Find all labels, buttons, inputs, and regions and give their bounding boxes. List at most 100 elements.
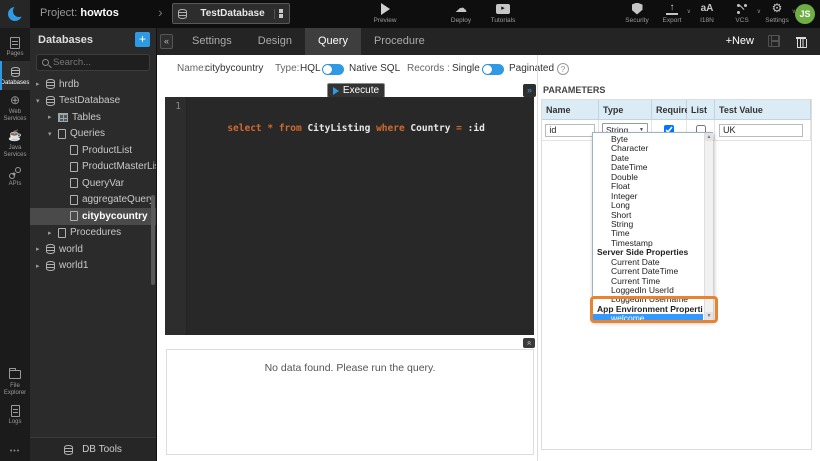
topbar-action[interactable]: Preview ∨ <box>372 2 398 24</box>
topbar-action[interactable]: ☁ Deploy ∨ <box>448 2 474 24</box>
topbar-action[interactable]: Security ∨ <box>624 2 650 24</box>
dropdown-option[interactable]: Double <box>593 173 703 182</box>
tree-item[interactable]: ▸ hrdb <box>30 76 156 93</box>
dropdown-option[interactable]: Float <box>593 182 703 191</box>
topbar: Project: howtos › TestDatabase Preview ∨… <box>0 0 820 28</box>
column-header: Name <box>542 100 599 120</box>
dropdown-option[interactable]: LoggedIn UserId <box>593 286 703 295</box>
param-testvalue-input[interactable] <box>719 124 803 137</box>
rail-item[interactable]: ⊕ Web Services <box>0 90 30 126</box>
save-icon[interactable] <box>768 35 780 47</box>
tab[interactable]: Query <box>305 28 361 55</box>
topbar-action[interactable]: aA I18N ∨ <box>694 2 720 24</box>
expand-arrow-icon[interactable]: ▸ <box>36 262 46 270</box>
context-tab-testdatabase[interactable]: TestDatabase <box>172 3 290 24</box>
execute-button[interactable]: Execute <box>327 83 385 98</box>
topbar-action[interactable]: VCS ∨ <box>729 2 755 24</box>
tree-item[interactable]: ProductList <box>30 142 156 159</box>
dropdown-option[interactable]: Current Time <box>593 277 703 286</box>
rail-item[interactable]: Pages <box>0 32 30 61</box>
scroll-up-icon[interactable]: ▲ <box>705 133 713 141</box>
add-database-button[interactable]: + <box>135 32 150 47</box>
topbar-action[interactable]: ▸ Tutorials ∨ <box>490 2 516 24</box>
rail-item[interactable]: APIs <box>0 162 30 191</box>
tab[interactable]: Settings <box>179 28 245 55</box>
dropdown-option[interactable]: Current DateTime <box>593 267 703 276</box>
more-options-icon[interactable]: ••• <box>0 448 30 455</box>
expand-arrow-icon[interactable]: ▾ <box>48 130 58 138</box>
param-name-input[interactable] <box>545 124 594 137</box>
file-icon <box>58 129 66 139</box>
project-breadcrumb: Project: howtos <box>40 7 119 19</box>
type-toggle[interactable] <box>322 64 344 75</box>
type-option-nativesql[interactable]: Native SQL <box>349 62 400 76</box>
tree-item[interactable]: ▸ Procedures <box>30 225 156 242</box>
expand-arrow-icon[interactable]: ▸ <box>36 80 46 88</box>
dropdown-option[interactable]: Current Date <box>593 258 703 267</box>
dropdown-option[interactable]: Long <box>593 201 703 210</box>
table-icon <box>58 113 68 122</box>
user-avatar[interactable]: JS <box>795 4 815 24</box>
dropdown-option[interactable]: LoggedIn Username <box>593 295 703 304</box>
dropdown-option[interactable]: Integer <box>593 192 703 201</box>
topbar-action[interactable]: ↑ Export ∨ <box>659 2 685 24</box>
scroll-down-icon[interactable]: ▼ <box>705 312 713 320</box>
expand-arrow-icon[interactable]: ▸ <box>36 245 46 253</box>
expand-parameters-icon[interactable]: » <box>523 84 536 97</box>
dropdown-scrollbar[interactable]: ▲ ▼ <box>704 133 713 320</box>
grid-menu-icon[interactable] <box>274 9 284 19</box>
topbar-action[interactable]: ⚙ Settings ∨ <box>764 2 790 24</box>
tree-item[interactable]: QueryVar <box>30 175 156 192</box>
app-logo[interactable] <box>0 0 30 28</box>
code-token: from <box>279 123 308 134</box>
records-option-single[interactable]: Single <box>452 62 480 76</box>
dropdown-option: App Environment Properties <box>593 305 703 314</box>
dropdown-option[interactable]: DateTime <box>593 163 703 172</box>
records-option-paginated[interactable]: Paginated <box>509 62 554 76</box>
code-token: select <box>227 123 267 134</box>
database-icon <box>46 79 55 89</box>
help-icon[interactable]: ? <box>557 63 569 75</box>
sql-editor[interactable]: 1 select * from CityListing where Countr… <box>165 97 534 335</box>
tree-item[interactable]: ▸ Tables <box>30 109 156 126</box>
type-dropdown-list: Byte Character Date DateTime Double Floa… <box>592 132 713 321</box>
rail-item[interactable]: File Explorer <box>0 364 30 400</box>
dropdown-option[interactable]: Date <box>593 154 703 163</box>
rail-item[interactable]: Logs <box>0 400 30 429</box>
panel-title: Databases <box>38 34 93 46</box>
tree-scrollbar[interactable] <box>151 195 155 285</box>
dropdown-option[interactable]: welcome <box>593 314 703 321</box>
collapse-panel-icon[interactable]: « <box>160 34 173 49</box>
chevron-down-icon: ∨ <box>757 8 761 15</box>
expand-arrow-icon[interactable]: ▸ <box>48 113 58 121</box>
tree-item[interactable]: ProductMasterList <box>30 159 156 176</box>
dropdown-option[interactable]: Character <box>593 144 703 153</box>
tree-item[interactable]: citybycountry <box>30 208 156 225</box>
type-option-hql[interactable]: HQL <box>300 62 321 76</box>
expand-arrow-icon[interactable]: ▸ <box>48 229 58 237</box>
tab[interactable]: Design <box>245 28 305 55</box>
tree-item[interactable]: ▸ world1 <box>30 258 156 275</box>
database-icon <box>46 96 55 106</box>
rail-item[interactable]: ☕ Java Services <box>0 126 30 162</box>
tree-item[interactable]: aggregateQuery <box>30 192 156 209</box>
dropdown-option[interactable]: Timestamp <box>593 239 703 248</box>
db-tools-button[interactable]: DB Tools <box>30 437 156 461</box>
file-icon <box>70 211 78 221</box>
collapse-results-icon[interactable]: « <box>523 338 535 348</box>
tree-item[interactable]: ▸ world <box>30 241 156 258</box>
dropdown-option[interactable]: Byte <box>593 135 703 144</box>
records-toggle[interactable] <box>482 64 504 75</box>
panel-divider <box>537 55 538 461</box>
expand-arrow-icon[interactable]: ▾ <box>36 97 46 105</box>
tab[interactable]: Procedure <box>361 28 438 55</box>
dropdown-option[interactable]: Time <box>593 229 703 238</box>
dropdown-option[interactable]: Short <box>593 211 703 220</box>
tree-item[interactable]: ▾ TestDatabase <box>30 93 156 110</box>
rail-item[interactable]: Databases <box>0 61 30 90</box>
new-button[interactable]: +New <box>726 35 754 47</box>
delete-icon[interactable] <box>796 35 806 47</box>
search-input[interactable] <box>53 57 144 68</box>
tree-item[interactable]: ▾ Queries <box>30 126 156 143</box>
dropdown-option[interactable]: String <box>593 220 703 229</box>
